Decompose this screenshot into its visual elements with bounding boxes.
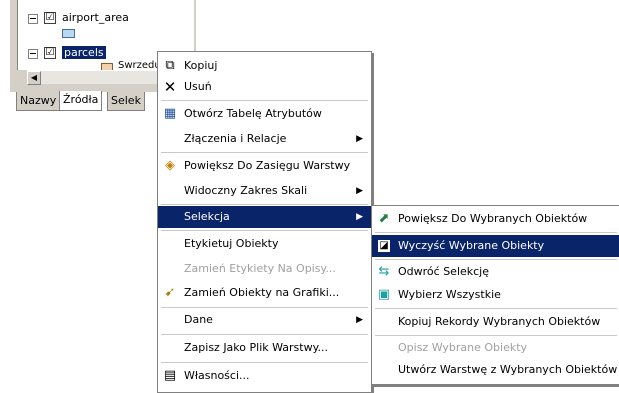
properties-icon: ▤ [163, 368, 177, 383]
delete-icon: ✕ [163, 78, 177, 96]
menu-separator [161, 152, 368, 153]
submenu-arrow-icon: ▶ [356, 186, 363, 196]
menu-item-copy-selected-records[interactable]: Kopiuj Rekordy Wybranych Obiektów [372, 311, 619, 333]
menu-item-clear-selected[interactable]: ◪ Wyczyść Wybrane Obiekty [372, 235, 619, 257]
menu-separator [161, 230, 368, 231]
menu-item-label-features[interactable]: Etykietuj Obiekty [158, 233, 371, 255]
menu-item-label: Powiększ Do Wybranych Obiektów [398, 212, 588, 225]
menu-separator [161, 362, 368, 363]
symbol-swatch [101, 63, 113, 70]
menu-item-convert-labels: Zamień Etykiety Na Opisy... [158, 258, 371, 280]
menu-separator [161, 334, 368, 335]
layer-name[interactable]: airport_area [62, 11, 129, 24]
layer-name[interactable]: parcels [62, 46, 106, 59]
menu-item-label: Złączenia i Relacje [184, 132, 287, 145]
menu-item-open-attribute-table[interactable]: ▦ Otwórz Tabelę Atrybutów [158, 103, 371, 125]
menu-separator [161, 307, 368, 308]
menu-item-convert-features-to-graphics[interactable]: ➹ Zamień Obiekty na Grafiki... [158, 282, 371, 304]
menu-item-label: Widoczny Zakres Skali [184, 184, 308, 197]
collapse-icon[interactable] [28, 49, 38, 59]
layer-visibility-checkbox[interactable]: ☑ [44, 12, 56, 24]
zoom-extent-icon: ◈ [165, 158, 175, 173]
symbol-label: Swrzedu [118, 60, 161, 70]
menu-separator [161, 204, 368, 205]
submenu-arrow-icon: ▶ [356, 212, 363, 222]
menu-item-label: Zapisz Jako Plik Warstwy... [184, 341, 329, 354]
clear-selection-icon: ◪ [378, 240, 390, 252]
menu-item-visible-scale-range[interactable]: Widoczny Zakres Skali ▶ [158, 180, 371, 202]
menu-item-label: Dane [184, 313, 213, 326]
menu-item-data[interactable]: Dane ▶ [158, 309, 371, 331]
menu-item-label: Odwróć Selekcję [398, 265, 490, 278]
menu-separator [375, 335, 617, 336]
menu-item-properties[interactable]: ▤ Własności... [158, 365, 371, 387]
menu-item-label: Powiększ Do Zasięgu Warstwy [184, 159, 351, 172]
tab-nazwy[interactable]: Nazwy [16, 92, 61, 111]
menu-item-label: Własności... [184, 369, 250, 382]
menu-separator [375, 308, 617, 309]
menu-separator [375, 232, 617, 233]
convert-graphics-icon: ➹ [164, 285, 176, 300]
menu-item-label: Wyczyść Wybrane Obiekty [398, 239, 545, 252]
menu-item-annotate-selected: Opisz Wybrane Obiekty [372, 337, 619, 359]
menu-item-kopiuj[interactable]: ⧉ Kopiuj [158, 55, 371, 77]
copy-icon: ⧉ [165, 58, 175, 73]
menu-item-create-layer-from-selected[interactable]: Utwórz Warstwę z Wybranych Obiektów [372, 359, 619, 381]
menu-item-label: Kopiuj [184, 59, 218, 72]
menu-item-label: Zamień Obiekty na Grafiki... [184, 286, 340, 299]
collapse-icon[interactable] [28, 14, 38, 24]
menu-item-switch-selection[interactable]: ⇆ Odwróć Selekcję [372, 261, 619, 283]
menu-item-save-as-layer-file[interactable]: Zapisz Jako Plik Warstwy... [158, 337, 371, 359]
tab-selekcja[interactable]: Selek [107, 92, 145, 111]
menu-item-label: Zamień Etykiety Na Opisy... [184, 262, 336, 275]
menu-item-label: Selekcja [184, 210, 230, 223]
menu-item-usun[interactable]: ✕ Usuń [158, 76, 371, 98]
menu-item-select-all[interactable]: ▣ Wybierz Wszystkie [372, 284, 619, 306]
switch-selection-icon: ⇆ [378, 264, 390, 279]
layer-visibility-checkbox[interactable]: ☑ [44, 47, 56, 59]
scroll-left-icon[interactable]: ◀ [27, 71, 41, 85]
zoom-selected-icon: ⬈ [378, 211, 390, 226]
menu-item-label: Kopiuj Rekordy Wybranych Obiektów [398, 315, 601, 328]
menu-item-label: Wybierz Wszystkie [398, 288, 501, 301]
layer-row-airport-area[interactable]: ☑ airport_area [18, 10, 194, 26]
menu-item-zoom-to-layer[interactable]: ◈ Powiększ Do Zasięgu Warstwy [158, 155, 371, 177]
menu-item-zoom-to-selected[interactable]: ⬈ Powiększ Do Wybranych Obiektów [372, 208, 619, 230]
menu-item-label: Opisz Wybrane Obiekty [398, 341, 528, 354]
menu-item-label: Utwórz Warstwę z Wybranych Obiektów [398, 363, 618, 376]
submenu-arrow-icon: ▶ [356, 315, 363, 325]
menu-item-label: Otwórz Tabelę Atrybutów [184, 107, 322, 120]
select-all-icon: ▣ [377, 287, 391, 302]
menu-item-joins-relates[interactable]: Złączenia i Relacje ▶ [158, 128, 371, 150]
layer-context-menu: ⧉ Kopiuj ✕ Usuń ▦ Otwórz Tabelę Atrybutó… [157, 51, 372, 393]
submenu-arrow-icon: ▶ [356, 134, 363, 144]
menu-item-label: Usuń [184, 80, 212, 93]
menu-separator [375, 259, 617, 260]
menu-item-selection[interactable]: Selekcja ▶ [158, 206, 371, 228]
selection-submenu: ⬈ Powiększ Do Wybranych Obiektów ◪ Wyczy… [371, 205, 619, 385]
symbol-swatch [62, 29, 75, 38]
menu-item-label: Etykietuj Obiekty [184, 237, 279, 250]
tab-zrodla[interactable]: Źródła [59, 91, 103, 111]
table-icon: ▦ [163, 106, 177, 121]
menu-separator [161, 100, 368, 101]
